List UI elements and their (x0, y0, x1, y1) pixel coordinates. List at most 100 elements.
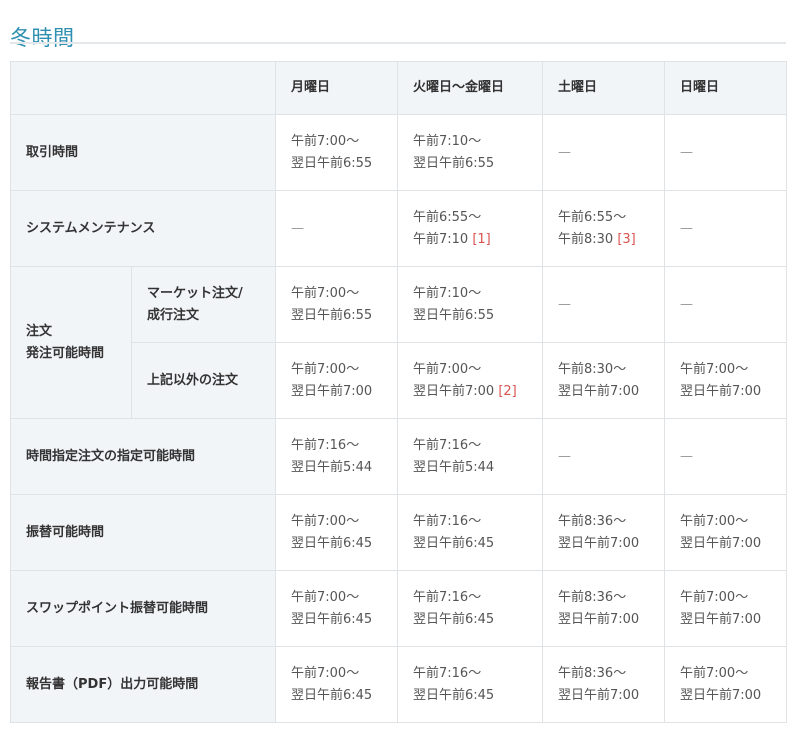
table-row: システムメンテナンス — 午前6:55〜 午前7:10 [1] 午前6:55〜 … (10, 190, 787, 267)
row-label-trading: 取引時間 (10, 114, 276, 191)
other-sunday-cell: 午前7:00〜 翌日午前7:00 (664, 342, 787, 419)
time-start: 午前8:36〜 (558, 513, 627, 529)
time-end: 翌日午前6:45 (413, 535, 495, 551)
report-sunday-cell: 午前7:00〜 翌日午前7:00 (664, 646, 787, 723)
time-end: 翌日午前7:00 (291, 383, 373, 399)
dash-value: — (680, 144, 693, 160)
footnote-link-1[interactable]: [1] (472, 232, 490, 247)
table-row: 取引時間 午前7:00〜 翌日午前6:55 午前7:10〜 翌日午前6:55 —… (10, 114, 787, 191)
row-label-maintenance: システムメンテナンス (10, 190, 276, 267)
time-end: 翌日午前6:45 (291, 535, 373, 551)
time-end: 翌日午前5:44 (413, 459, 495, 475)
time-end: 翌日午前6:45 (291, 687, 373, 703)
dash-value: — (680, 448, 693, 464)
time-end: 翌日午前7:00 (558, 535, 640, 551)
time-end: 翌日午前5:44 (291, 459, 373, 475)
dash-value: — (680, 220, 693, 236)
transfer-monday-cell: 午前7:00〜 翌日午前6:45 (275, 494, 398, 571)
time-start: 午前8:36〜 (558, 589, 627, 605)
swap-monday-cell: 午前7:00〜 翌日午前6:45 (275, 570, 398, 647)
market-tue-fri-cell: 午前7:10〜 翌日午前6:55 (397, 266, 543, 343)
trading-saturday-cell: — (542, 114, 665, 191)
row-label-swap: スワップポイント振替可能時間 (10, 570, 276, 647)
header-tue-fri: 火曜日〜金曜日 (397, 61, 543, 115)
timed-sunday-cell: — (664, 418, 787, 495)
page-title: 冬時間 (10, 26, 75, 51)
time-end: 翌日午前6:55 (291, 307, 373, 323)
time-end: 翌日午前6:55 (413, 155, 495, 171)
time-end: 翌日午前6:45 (413, 611, 495, 627)
header-sunday: 日曜日 (664, 61, 787, 115)
market-saturday-cell: — (542, 266, 665, 343)
order-label-line1: 注文 (26, 323, 53, 339)
swap-tue-fri-cell: 午前7:16〜 翌日午前6:45 (397, 570, 543, 647)
time-start: 午前7:00〜 (291, 513, 360, 529)
report-monday-cell: 午前7:00〜 翌日午前6:45 (275, 646, 398, 723)
transfer-sunday-cell: 午前7:00〜 翌日午前7:00 (664, 494, 787, 571)
time-end: 午前8:30 (558, 231, 614, 247)
timed-saturday-cell: — (542, 418, 665, 495)
report-tue-fri-cell: 午前7:16〜 翌日午前6:45 (397, 646, 543, 723)
row-label-report: 報告書（PDF）出力可能時間 (10, 646, 276, 723)
time-start: 午前7:00〜 (680, 589, 749, 605)
row-sublabel-other-order: 上記以外の注文 (131, 342, 276, 419)
time-end: 翌日午前7:00 (680, 611, 762, 627)
dash-value: — (291, 220, 304, 236)
other-monday-cell: 午前7:00〜 翌日午前7:00 (275, 342, 398, 419)
maintenance-monday-cell: — (275, 190, 398, 267)
row-label-order: 注文 発注可能時間 (10, 266, 132, 419)
other-tue-fri-cell: 午前7:00〜 翌日午前7:00 [2] (397, 342, 543, 419)
timed-monday-cell: 午前7:16〜 翌日午前5:44 (275, 418, 398, 495)
time-start: 午前8:30〜 (558, 361, 627, 377)
time-start: 午前7:00〜 (680, 361, 749, 377)
time-start: 午前7:00〜 (291, 133, 360, 149)
time-start: 午前7:00〜 (680, 513, 749, 529)
timed-tue-fri-cell: 午前7:16〜 翌日午前5:44 (397, 418, 543, 495)
transfer-tue-fri-cell: 午前7:16〜 翌日午前6:45 (397, 494, 543, 571)
time-end: 翌日午前6:55 (291, 155, 373, 171)
time-start: 午前7:00〜 (291, 361, 360, 377)
market-monday-cell: 午前7:00〜 翌日午前6:55 (275, 266, 398, 343)
row-label-timed-order: 時間指定注文の指定可能時間 (10, 418, 276, 495)
time-start: 午前7:10〜 (413, 133, 482, 149)
time-end: 翌日午前6:45 (413, 687, 495, 703)
time-end: 翌日午前7:00 (558, 687, 640, 703)
time-start: 午前7:16〜 (413, 437, 482, 453)
market-label-line2: 成行注文 (147, 307, 200, 323)
trading-hours-table: 月曜日 火曜日〜金曜日 土曜日 日曜日 取引時間 午前7:00〜 翌日午前6:5… (10, 61, 787, 723)
table-row: 振替可能時間 午前7:00〜 翌日午前6:45 午前7:16〜 翌日午前6:45… (10, 494, 787, 571)
time-start: 午前7:10〜 (413, 285, 482, 301)
table-header-row: 月曜日 火曜日〜金曜日 土曜日 日曜日 (10, 61, 787, 115)
report-saturday-cell: 午前8:36〜 翌日午前7:00 (542, 646, 665, 723)
dash-value: — (558, 144, 571, 160)
header-monday: 月曜日 (275, 61, 398, 115)
time-start: 午前7:16〜 (413, 589, 482, 605)
market-label-line1: マーケット注文/ (147, 285, 243, 301)
title-divider (10, 42, 786, 44)
time-end: 翌日午前7:00 (558, 611, 640, 627)
swap-sunday-cell: 午前7:00〜 翌日午前7:00 (664, 570, 787, 647)
header-corner-cell (10, 61, 276, 115)
footnote-link-2[interactable]: [2] (498, 384, 516, 399)
time-end: 翌日午前7:00 (558, 383, 640, 399)
table-row: 注文 発注可能時間 マーケット注文/ 成行注文 午前7:00〜 翌日午前6:55… (10, 266, 787, 419)
time-start: 午前8:36〜 (558, 665, 627, 681)
row-sublabel-market-order: マーケット注文/ 成行注文 (131, 266, 276, 343)
dash-value: — (680, 296, 693, 312)
time-end: 翌日午前7:00 (680, 383, 762, 399)
time-end: 翌日午前6:45 (291, 611, 373, 627)
time-end: 翌日午前7:00 (413, 383, 495, 399)
trading-monday-cell: 午前7:00〜 翌日午前6:55 (275, 114, 398, 191)
row-label-transfer: 振替可能時間 (10, 494, 276, 571)
order-label-line2: 発注可能時間 (26, 345, 105, 361)
table-row: 時間指定注文の指定可能時間 午前7:16〜 翌日午前5:44 午前7:16〜 翌… (10, 418, 787, 495)
footnote-link-3[interactable]: [3] (617, 232, 635, 247)
maintenance-tue-fri-cell: 午前6:55〜 午前7:10 [1] (397, 190, 543, 267)
trading-tue-fri-cell: 午前7:10〜 翌日午前6:55 (397, 114, 543, 191)
time-start: 午前7:00〜 (291, 589, 360, 605)
time-start: 午前7:00〜 (291, 285, 360, 301)
time-end: 午前7:10 (413, 231, 469, 247)
header-saturday: 土曜日 (542, 61, 665, 115)
dash-value: — (558, 296, 571, 312)
maintenance-sunday-cell: — (664, 190, 787, 267)
